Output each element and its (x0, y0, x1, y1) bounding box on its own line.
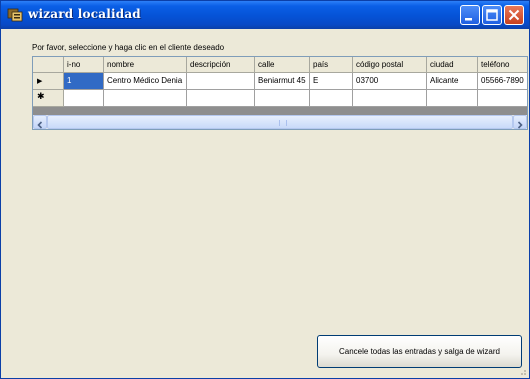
column-header-ciudad[interactable]: ciudad (427, 57, 478, 73)
chevron-left-icon (37, 121, 43, 129)
row-header-current[interactable]: ▶ (33, 73, 64, 90)
title-bar[interactable]: wizard localidad (1, 1, 529, 29)
table-cell[interactable]: 1 (64, 73, 104, 90)
column-header-i-no[interactable]: i-no (64, 57, 104, 73)
table-cell[interactable]: E (310, 73, 353, 90)
scroll-right-button[interactable] (513, 115, 527, 129)
column-header-telefono[interactable]: teléfono (478, 57, 527, 73)
table-cell[interactable] (187, 73, 255, 90)
grid-corner (33, 57, 64, 73)
new-row-cell[interactable] (104, 90, 187, 107)
grip-icon (279, 120, 287, 126)
new-row-cell[interactable] (255, 90, 310, 107)
column-header-nombre[interactable]: nombre (104, 57, 187, 73)
row-header-new[interactable]: ✱ (33, 90, 64, 107)
table-cell[interactable]: Centro Médico Denia (104, 73, 187, 90)
maximize-icon (486, 9, 498, 21)
close-button[interactable] (504, 5, 524, 25)
wizard-window: wizard localidad Por favor, seleccione y… (0, 0, 530, 379)
table-cell[interactable]: Alicante (427, 73, 478, 90)
new-row-cell[interactable] (64, 90, 104, 107)
window-title: wizard localidad (28, 7, 141, 21)
close-icon (508, 9, 520, 21)
column-header-pais[interactable]: país (310, 57, 353, 73)
resize-grip-icon[interactable] (517, 366, 527, 376)
scroll-thumb[interactable] (47, 115, 513, 129)
table-cell[interactable]: 03700 (353, 73, 427, 90)
cancel-wizard-button[interactable]: Cancele todas las entradas y salga de wi… (317, 335, 522, 368)
instruction-label: Por favor, seleccione y haga clic en el … (32, 43, 225, 52)
minimize-icon (465, 18, 472, 21)
column-header-calle[interactable]: calle (255, 57, 310, 73)
new-row-cell[interactable] (427, 90, 478, 107)
minimize-button[interactable] (460, 5, 480, 25)
chevron-right-icon (517, 121, 523, 129)
app-icon (7, 8, 23, 22)
column-header-descripcion[interactable]: descripción (187, 57, 255, 73)
table-cell[interactable]: 05566-7890 (478, 73, 527, 90)
new-row-cell[interactable] (187, 90, 255, 107)
column-header-codigo-postal[interactable]: código postal (353, 57, 427, 73)
new-row-cell[interactable] (478, 90, 527, 107)
scroll-left-button[interactable] (33, 115, 47, 129)
new-row-cell[interactable] (353, 90, 427, 107)
new-row-cell[interactable] (310, 90, 353, 107)
maximize-button[interactable] (482, 5, 502, 25)
table-cell[interactable]: Beniarmut 45 (255, 73, 310, 90)
horizontal-scrollbar[interactable] (33, 115, 527, 129)
